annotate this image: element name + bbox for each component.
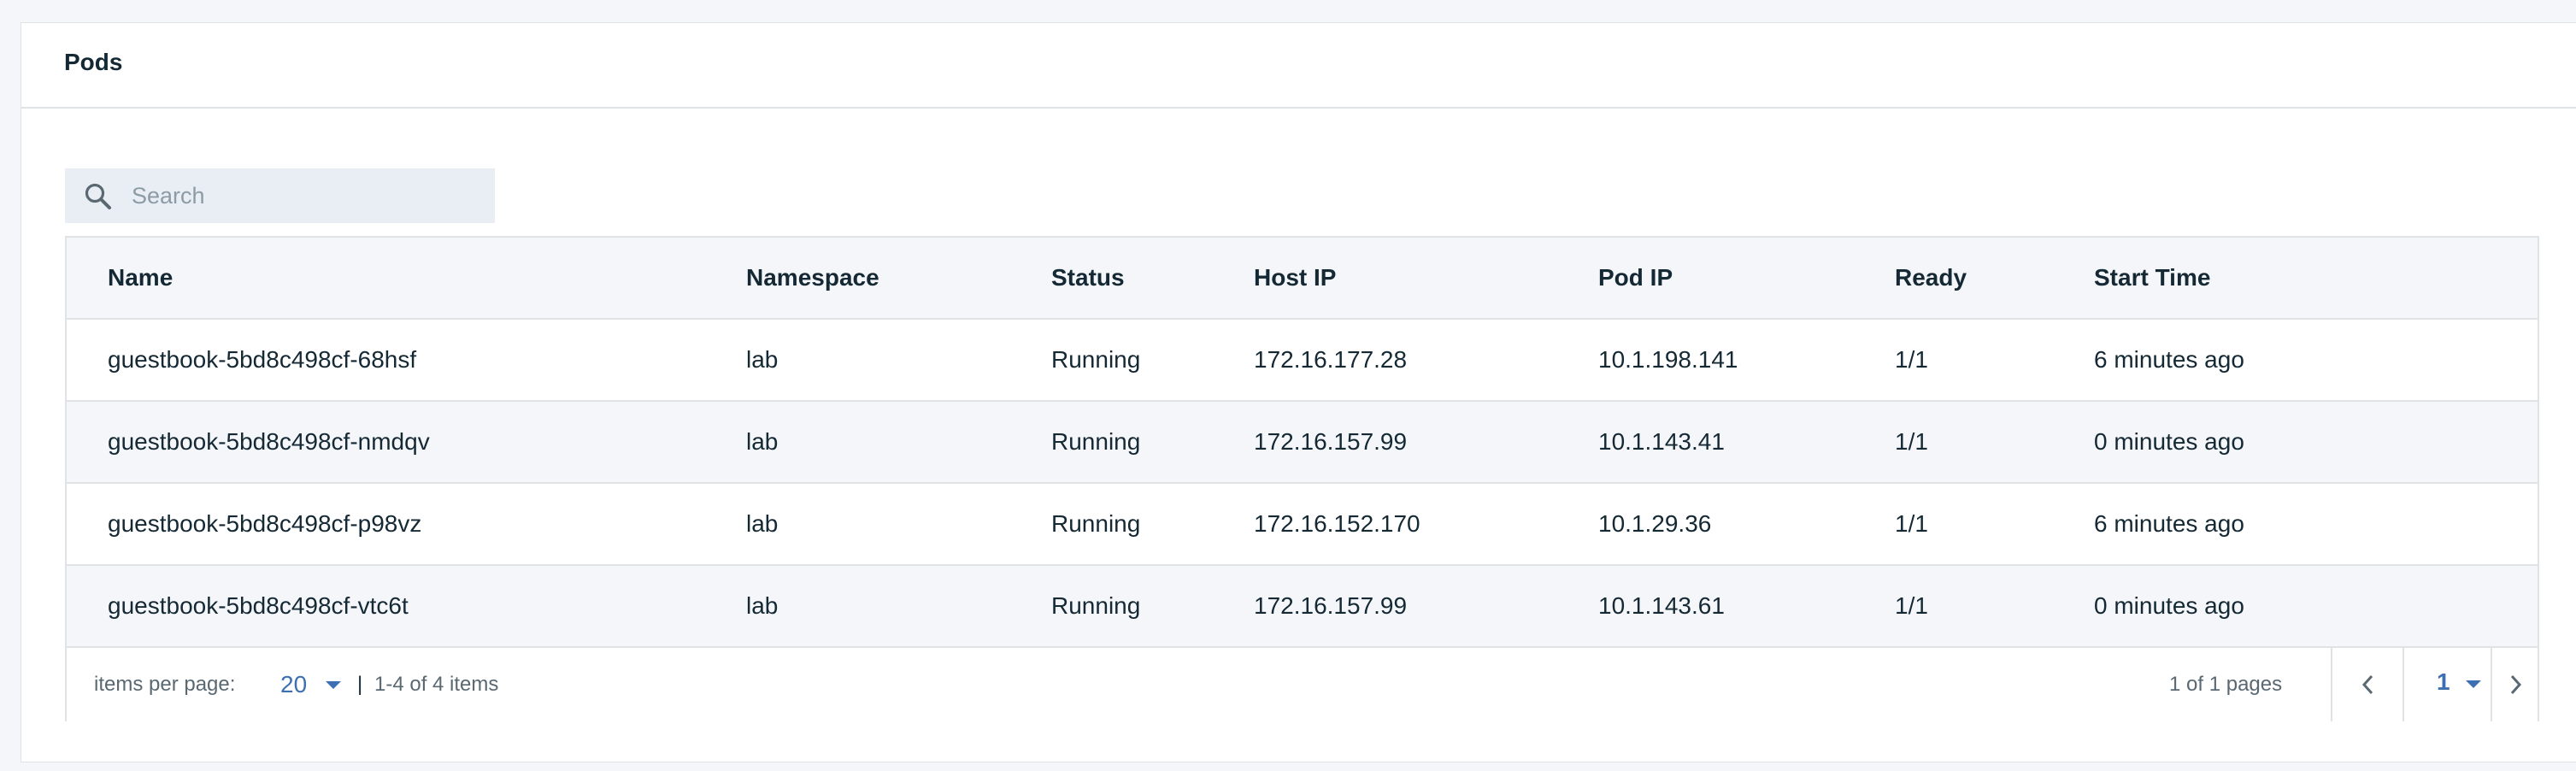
column-header-host-ip[interactable]: Host IP bbox=[1254, 238, 1336, 318]
cell-namespace: lab bbox=[746, 592, 779, 619]
cell-pod-ip: 10.1.29.36 bbox=[1598, 510, 1712, 537]
column-header-pod-ip[interactable]: Pod IP bbox=[1598, 238, 1673, 318]
cell-ready: 1/1 bbox=[1895, 592, 1928, 619]
cell-name: guestbook-5bd8c498cf-vtc6t bbox=[108, 592, 409, 619]
separator: | bbox=[357, 673, 363, 696]
current-page-value: 1 bbox=[2437, 668, 2450, 695]
table-row[interactable]: guestbook-5bd8c498cf-vtc6t lab Running 1… bbox=[67, 566, 2538, 648]
cell-pod-ip: 10.1.143.61 bbox=[1598, 592, 1725, 619]
cell-start-time: 6 minutes ago bbox=[2094, 510, 2244, 537]
column-header-name[interactable]: Name bbox=[108, 238, 173, 318]
previous-page-button[interactable] bbox=[2331, 648, 2403, 721]
card-header: Pods bbox=[21, 23, 2576, 109]
cell-namespace: lab bbox=[746, 510, 779, 537]
items-per-page-select[interactable]: 20 bbox=[280, 648, 349, 721]
cell-name: guestbook-5bd8c498cf-p98vz bbox=[108, 510, 422, 537]
table-row[interactable]: guestbook-5bd8c498cf-68hsf lab Running 1… bbox=[67, 320, 2538, 402]
cell-host-ip: 172.16.157.99 bbox=[1254, 592, 1408, 619]
item-range-text: 1-4 of 4 items bbox=[374, 673, 499, 696]
cell-host-ip: 172.16.157.99 bbox=[1254, 428, 1408, 455]
cell-status: Running bbox=[1051, 346, 1141, 373]
cell-ready: 1/1 bbox=[1895, 510, 1928, 537]
page-title: Pods bbox=[64, 49, 123, 75]
page-select[interactable]: 1 bbox=[2403, 648, 2491, 721]
items-per-page-value: 20 bbox=[280, 671, 308, 697]
cell-pod-ip: 10.1.143.41 bbox=[1598, 428, 1725, 455]
cell-status: Running bbox=[1051, 428, 1141, 455]
search-box[interactable] bbox=[65, 168, 495, 223]
column-header-status[interactable]: Status bbox=[1051, 238, 1125, 318]
caret-down-icon bbox=[2466, 680, 2481, 688]
search-icon bbox=[85, 183, 111, 209]
cell-name: guestbook-5bd8c498cf-nmdqv bbox=[108, 428, 430, 455]
cell-start-time: 0 minutes ago bbox=[2094, 592, 2244, 619]
cell-ready: 1/1 bbox=[1895, 346, 1928, 373]
column-header-ready[interactable]: Ready bbox=[1895, 238, 1967, 318]
chevron-right-icon bbox=[2510, 674, 2522, 695]
caret-down-icon bbox=[326, 681, 341, 689]
cell-ready: 1/1 bbox=[1895, 428, 1928, 455]
table-row[interactable]: guestbook-5bd8c498cf-p98vz lab Running 1… bbox=[67, 484, 2538, 566]
cell-pod-ip: 10.1.198.141 bbox=[1598, 346, 1738, 373]
pods-table: Name Namespace Status Host IP Pod IP Rea… bbox=[65, 236, 2539, 721]
cell-status: Running bbox=[1051, 510, 1141, 537]
column-header-start-time[interactable]: Start Time bbox=[2094, 238, 2210, 318]
pagination-bar: items per page: 20 | 1-4 of 4 items 1 of… bbox=[67, 648, 2538, 721]
pods-card: Pods Name Namespace Status Host IP Pod I… bbox=[21, 22, 2576, 762]
page-count-text: 1 of 1 pages bbox=[2169, 673, 2283, 696]
cell-start-time: 6 minutes ago bbox=[2094, 346, 2244, 373]
cell-start-time: 0 minutes ago bbox=[2094, 428, 2244, 455]
cell-host-ip: 172.16.177.28 bbox=[1254, 346, 1408, 373]
column-header-namespace[interactable]: Namespace bbox=[746, 238, 879, 318]
cell-status: Running bbox=[1051, 592, 1141, 619]
next-page-button[interactable] bbox=[2491, 648, 2538, 721]
cell-namespace: lab bbox=[746, 428, 779, 455]
cell-name: guestbook-5bd8c498cf-68hsf bbox=[108, 346, 417, 373]
cell-host-ip: 172.16.152.170 bbox=[1254, 510, 1420, 537]
chevron-left-icon bbox=[2361, 674, 2373, 695]
items-per-page-label: items per page: bbox=[94, 673, 236, 696]
table-header-row: Name Namespace Status Host IP Pod IP Rea… bbox=[67, 238, 2538, 320]
cell-namespace: lab bbox=[746, 346, 779, 373]
search-input[interactable] bbox=[132, 168, 482, 223]
table-row[interactable]: guestbook-5bd8c498cf-nmdqv lab Running 1… bbox=[67, 402, 2538, 484]
